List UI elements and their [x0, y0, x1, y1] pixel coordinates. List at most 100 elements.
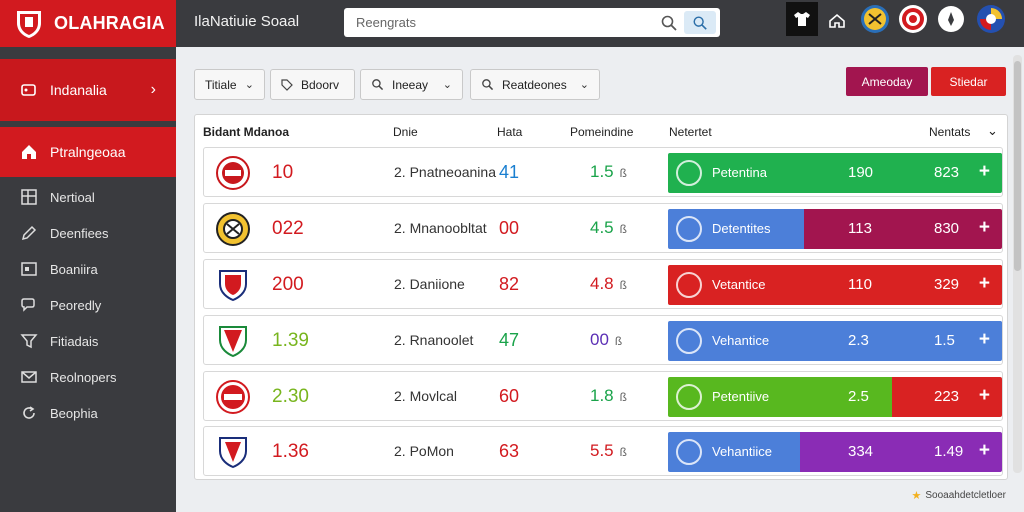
- star-icon: ★: [911, 490, 922, 502]
- market-bar[interactable]: Petentiive 2.5 223 +: [668, 377, 1002, 417]
- market-bar[interactable]: Vehantice 2.3 1.5 +: [668, 321, 1002, 361]
- sidebar-item-top[interactable]: Indanalia ›: [0, 59, 176, 121]
- add-icon[interactable]: +: [979, 329, 990, 351]
- row-score: 10: [272, 162, 294, 183]
- shirt-icon[interactable]: [786, 2, 818, 36]
- sidebar-item-6[interactable]: Beophia: [0, 395, 176, 431]
- team-emblem-icon: [676, 216, 702, 242]
- row-score: 1.39: [272, 330, 309, 351]
- row-value-2-number: 4.5: [590, 218, 614, 237]
- market-value-1: 2.5: [848, 388, 869, 405]
- add-icon[interactable]: +: [979, 385, 990, 407]
- filter-icon: [20, 332, 38, 350]
- column-header-name[interactable]: Bidant Mdanoa: [203, 125, 289, 139]
- market-value-2: 329: [934, 276, 960, 293]
- team-emblem-icon: [676, 272, 702, 298]
- sidebar-item-active[interactable]: Ptralngeoaa: [0, 127, 176, 177]
- sidebar-item-4[interactable]: Fitiadais: [0, 323, 176, 359]
- market-label: Vehantiice: [712, 444, 772, 459]
- add-icon[interactable]: +: [979, 217, 990, 239]
- team-logo-icon: [216, 268, 250, 302]
- table-row[interactable]: 1.36 2. PoMon 63 5.5 ß Vehantiice 334 1.4…: [203, 426, 1003, 476]
- filter-dropdown-0[interactable]: Titiale ⌄: [194, 69, 265, 100]
- row-value-2: 1.8 ß: [590, 386, 627, 406]
- home-icon[interactable]: [822, 6, 852, 36]
- market-value-1: 190: [848, 164, 874, 181]
- column-header-rate[interactable]: Hata: [497, 125, 522, 139]
- market-bar[interactable]: Vehantiice 334 1.49 +: [668, 432, 1002, 472]
- team-logo-icon: [216, 156, 250, 190]
- profile-badge-icon[interactable]: [976, 4, 1006, 34]
- sidebar-item-5[interactable]: Reolnopers: [0, 359, 176, 395]
- mail-icon: [20, 368, 38, 386]
- row-score: 022: [272, 218, 304, 239]
- add-icon[interactable]: +: [979, 273, 990, 295]
- footer: ★ Sooaahdetcletloer: [912, 489, 1007, 502]
- row-score: 200: [272, 274, 304, 295]
- footer-text: Sooaahdetcletloer: [925, 490, 1006, 501]
- team-emblem-icon: [676, 439, 702, 465]
- filter-dropdown-1[interactable]: Bdoorv: [270, 69, 355, 100]
- row-team-name: 2. Rnanoolet: [394, 332, 474, 348]
- primary-action-button[interactable]: Ameoday: [846, 67, 928, 96]
- row-value-2-number: 5.5: [590, 441, 614, 460]
- team-logo-icon: [216, 212, 250, 246]
- sidebar-item-label: Boaniira: [50, 261, 98, 277]
- market-bar-right: [804, 209, 1002, 249]
- search-box[interactable]: Reengrats: [344, 8, 720, 37]
- filter-dropdown-3[interactable]: Reatdeones ⌄: [470, 69, 600, 100]
- row-team-name: 2. Pnatneoanina: [394, 164, 496, 180]
- market-bar[interactable]: Petentina 190 823 +: [668, 153, 1002, 193]
- sidebar-item-2[interactable]: Boaniira: [0, 251, 176, 287]
- scrollbar-thumb[interactable]: [1014, 61, 1021, 271]
- search-button[interactable]: [684, 11, 716, 34]
- market-value-1: 110: [848, 276, 872, 293]
- column-header-percent[interactable]: Pomeindine: [570, 125, 633, 139]
- row-value-2: 4.5 ß: [590, 218, 627, 238]
- row-value-2-suffix: ß: [619, 166, 627, 180]
- table-row[interactable]: 10 2. Pnatneoanina 41 1.5 ß Petentina 190…: [203, 147, 1003, 197]
- team-logo-icon: [216, 380, 250, 414]
- team-emblem-icon: [676, 328, 702, 354]
- chevron-right-icon: ›: [150, 81, 156, 98]
- market-bar[interactable]: Vetantice 110 329 +: [668, 265, 1002, 305]
- row-value-2-suffix: ß: [619, 445, 627, 459]
- page-title: IlaNatiuie Soaal: [194, 13, 300, 30]
- target-icon[interactable]: [898, 4, 928, 34]
- table-row[interactable]: 1.39 2. Rnanoolet 47 00 ß Vehantice 2.3 1…: [203, 315, 1003, 365]
- brand[interactable]: OLAHRAGIA: [0, 0, 176, 47]
- row-value-2-number: 1.5: [590, 162, 614, 181]
- row-value-1: 63: [499, 441, 520, 461]
- market-value-2: 1.5: [934, 332, 955, 349]
- column-header-date[interactable]: Dnie: [393, 125, 418, 139]
- sidebar-item-3[interactable]: Peoredly: [0, 287, 176, 323]
- search-input[interactable]: Reengrats: [356, 15, 416, 30]
- sidebar-item-1[interactable]: Deenfiees: [0, 215, 176, 251]
- table-row[interactable]: 200 2. Daniione 82 4.8 ß Vetantice 110 32…: [203, 259, 1003, 309]
- row-team-name: 2. Movlcal: [394, 388, 458, 404]
- add-icon[interactable]: +: [979, 161, 990, 183]
- row-value-2-number: 1.8: [590, 386, 614, 405]
- table-row[interactable]: 2.30 2. Movlcal 60 1.8 ß Petentiive 2.5 2…: [203, 371, 1003, 421]
- team-badge-icon[interactable]: [860, 4, 890, 34]
- filter-dropdown-2[interactable]: Ineeay ⌄: [360, 69, 463, 100]
- scrollbar[interactable]: [1013, 55, 1022, 473]
- market-label: Vetantice: [712, 277, 766, 292]
- sidebar-item-0[interactable]: Nertioal: [0, 179, 176, 215]
- column-header-market[interactable]: Netertet: [669, 125, 712, 139]
- search-icon: [482, 79, 494, 91]
- market-label: Petentina: [712, 165, 767, 180]
- chevron-down-icon[interactable]: ⌄: [987, 123, 998, 139]
- market-bar[interactable]: Detentites 113 830 +: [668, 209, 1002, 249]
- sidebar-item-label: Beophia: [50, 405, 98, 421]
- filter-label: Ineeay: [392, 77, 429, 92]
- secondary-action-button[interactable]: Stiedar: [931, 67, 1006, 96]
- compass-icon[interactable]: [936, 4, 966, 34]
- table-row[interactable]: 022 2. Mnanoobltat 00 4.5 ß Detentites 11…: [203, 203, 1003, 253]
- market-value-2: 1.49: [934, 443, 964, 460]
- market-bar-right: [800, 432, 1002, 472]
- home-icon: [20, 143, 38, 161]
- column-header-right[interactable]: Nentats: [929, 125, 970, 139]
- add-icon[interactable]: +: [979, 440, 990, 462]
- search-icon[interactable]: [660, 14, 678, 32]
